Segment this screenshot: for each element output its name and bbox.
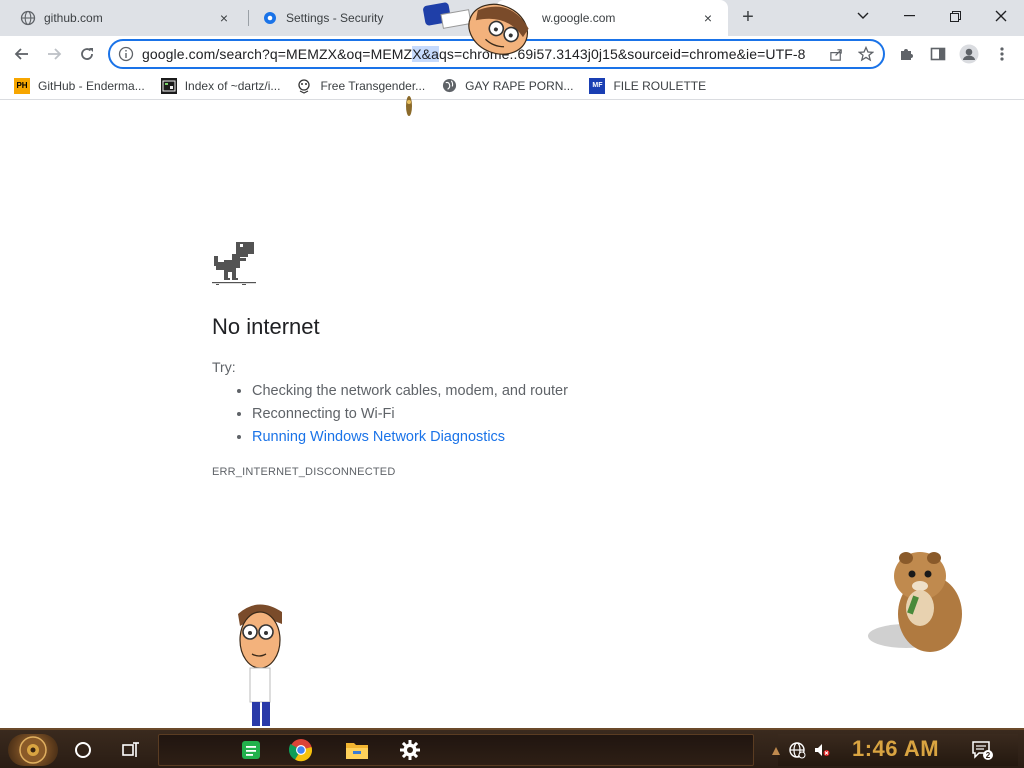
cartoon-man-sprite-top[interactable] [420, 0, 538, 58]
taskbar-settings-app[interactable] [396, 736, 424, 764]
chevron-down-icon [857, 12, 869, 19]
close-icon[interactable]: × [216, 10, 232, 26]
info-icon[interactable] [118, 46, 134, 62]
new-tab-button[interactable]: + [736, 6, 760, 30]
task-view-button[interactable] [117, 736, 145, 764]
dinosaur-icon[interactable] [212, 240, 258, 286]
network-diagnostics-link[interactable]: Running Windows Network Diagnostics [252, 429, 505, 445]
try-label: Try: [212, 359, 236, 375]
suggestion-list: Checking the network cables, modem, and … [232, 380, 568, 449]
file-roulette-icon: MF [589, 77, 606, 94]
globe-icon [20, 10, 36, 26]
reload-icon [81, 48, 93, 60]
cartoon-man-sprite[interactable] [228, 600, 288, 728]
volume-muted-icon [815, 744, 830, 756]
notification-count: 2 [986, 751, 991, 760]
puzzle-icon [901, 49, 913, 60]
taskbar-file-explorer[interactable] [343, 736, 371, 764]
folder-icon [346, 743, 368, 759]
extensions-button[interactable] [893, 41, 919, 67]
bookmark-label: GAY RAPE PORN... [465, 78, 574, 93]
volume-button[interactable] [808, 736, 836, 764]
tab-title: github.com [44, 11, 103, 25]
star-icon [858, 46, 874, 62]
bookmark-github-enderman[interactable]: PH GitHub - Enderma... [14, 77, 145, 94]
share-button[interactable] [823, 41, 849, 67]
url-prefix: google.com/search?q=MEMZX&oq=MEMZ [142, 46, 413, 62]
bookmark-star-button[interactable] [853, 41, 879, 67]
network-button[interactable] [783, 736, 811, 764]
tab-separator [248, 10, 249, 26]
suggestion-text: Reconnecting to Wi-Fi [252, 406, 395, 422]
arrow-left-icon [14, 48, 28, 60]
steampunk-start-icon [19, 736, 47, 764]
bookmark-globe-site[interactable]: GAY RAPE PORN... [441, 78, 573, 94]
cursor-sprite [406, 96, 412, 116]
search-button[interactable] [69, 736, 97, 764]
profile-button[interactable] [956, 41, 982, 67]
bookmark-file-roulette[interactable]: MF FILE ROULETTE [589, 77, 707, 94]
taskbar-clock[interactable]: 1:46 AM [852, 736, 939, 762]
restore-icon [949, 10, 961, 22]
notifications-button[interactable]: 2 [968, 736, 996, 764]
chevron-up-icon [772, 747, 780, 755]
forward-button[interactable] [41, 41, 67, 67]
chrome-icon [289, 739, 313, 762]
globe-icon [441, 78, 457, 94]
tab-github[interactable]: github.com × [8, 0, 244, 36]
hamster-sprite[interactable] [866, 542, 970, 656]
mascot-icon [296, 78, 312, 94]
bookmark-index-dartz[interactable]: Index of ~dartz/i... [160, 77, 281, 94]
reload-button[interactable] [74, 41, 100, 67]
maximize-button[interactable] [932, 0, 978, 32]
list-item: Running Windows Network Diagnostics [252, 426, 568, 449]
notes-icon [242, 741, 260, 759]
back-button[interactable] [9, 41, 35, 67]
list-item: Checking the network cables, modem, and … [252, 380, 568, 403]
network-globe-icon [789, 742, 806, 759]
kebab-menu-icon [1000, 47, 1004, 61]
task-view-icon [122, 742, 139, 757]
taskbar-chrome-app[interactable] [287, 736, 315, 764]
bookmark-label: GitHub - Enderma... [38, 78, 145, 93]
tab-search-button[interactable] [840, 0, 886, 32]
share-icon [829, 48, 842, 61]
close-icon[interactable]: × [700, 10, 716, 26]
taskbar-notes-app[interactable] [237, 736, 265, 764]
menu-button[interactable] [989, 41, 1015, 67]
close-window-button[interactable] [978, 0, 1024, 32]
side-panel-button[interactable] [925, 41, 951, 67]
minimize-button[interactable] [886, 0, 932, 32]
minimize-icon [903, 15, 915, 17]
bookmark-label: FILE ROULETTE [613, 78, 707, 93]
error-code: ERR_INTERNET_DISCONNECTED [212, 466, 396, 478]
arrow-right-icon [48, 48, 62, 60]
gear-icon [400, 740, 420, 760]
bookmarks-bar: PH GitHub - Enderma... Index of ~dartz/i… [0, 72, 1024, 100]
screen: github.com × Settings - Security w.googl… [0, 0, 1024, 768]
error-heading: No internet [212, 314, 320, 339]
suggestion-text: Checking the network cables, modem, and … [252, 383, 568, 399]
close-icon [995, 10, 1007, 22]
notification-icon: 2 [972, 741, 993, 760]
taskbar: 1:46 AM 2 [0, 728, 1024, 768]
avatar-icon [959, 44, 979, 64]
folder-icon [160, 77, 177, 94]
start-button[interactable] [8, 734, 58, 766]
circle-search-icon [75, 742, 91, 758]
list-item: Reconnecting to Wi-Fi [252, 403, 568, 426]
bookmark-label: Index of ~dartz/i... [184, 78, 281, 93]
ph-logo-icon: PH [14, 77, 30, 94]
gear-icon [264, 12, 276, 24]
side-panel-icon [930, 47, 946, 61]
